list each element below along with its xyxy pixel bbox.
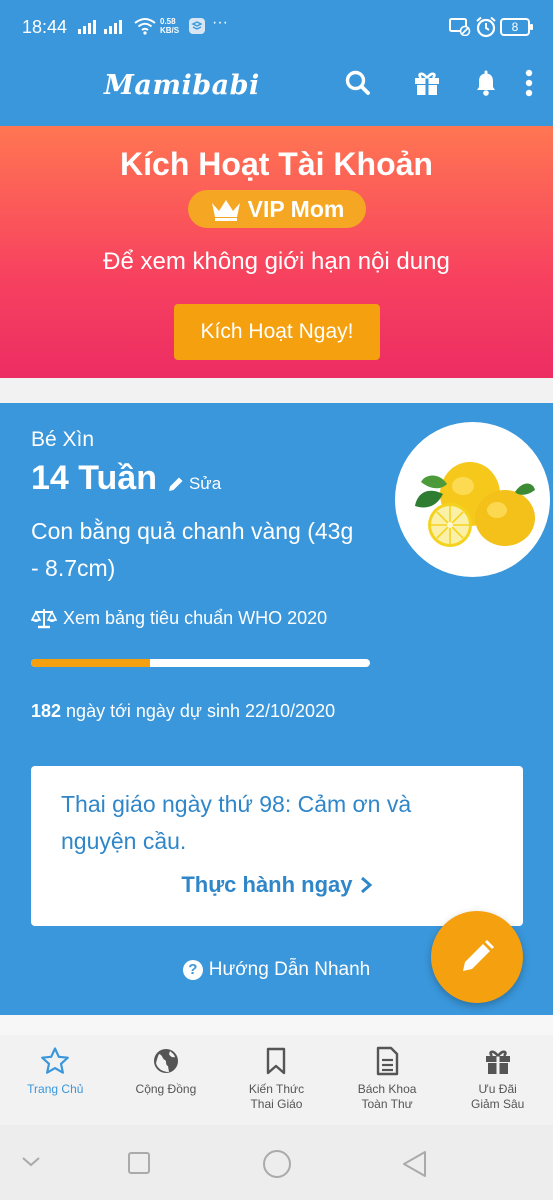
banner-title: Kích Hoạt Tài Khoản — [120, 146, 433, 182]
network-speed: 0.58 KB/S — [160, 17, 179, 35]
chevron-right-icon — [360, 876, 372, 894]
scale-icon — [31, 609, 57, 629]
wifi-icon — [134, 18, 156, 35]
tab-knowledge[interactable]: Kiến Thức Thai Giáo — [221, 1035, 332, 1125]
lemon-image — [395, 422, 550, 577]
gift-icon — [485, 1050, 510, 1074]
tab-encyclopedia-label: Bách Khoa Toàn Thư — [357, 1082, 417, 1111]
vip-badge-label: VIP Mom — [247, 195, 345, 222]
tab-community[interactable]: Cộng Đồng — [111, 1035, 222, 1125]
globe-icon — [153, 1049, 178, 1073]
banner-subtitle: Để xem không giới hạn nội dung — [103, 248, 450, 275]
search-icon[interactable] — [343, 68, 373, 98]
who-standard-link[interactable]: Xem bảng tiêu chuẩn WHO 2020 — [31, 607, 327, 629]
network-speed-value: 0.58 — [160, 17, 176, 26]
network-speed-unit: KB/S — [160, 26, 180, 35]
app-bar: Mamibabi — [0, 56, 553, 126]
back-button[interactable] — [400, 1149, 428, 1179]
pencil-icon — [463, 940, 494, 971]
lesson-text: Thai giáo ngày thứ 98: Cảm ơn và nguyện … — [61, 791, 412, 854]
chevron-down-icon[interactable] — [20, 1155, 42, 1169]
tab-encyclopedia[interactable]: Bách Khoa Toàn Thư — [332, 1035, 443, 1125]
star-icon — [41, 1047, 70, 1074]
more-vert-icon[interactable] — [514, 68, 544, 98]
pencil-icon — [168, 477, 183, 491]
tab-deals-label: Ưu Đãi Giảm Sâu — [470, 1082, 525, 1111]
gift-icon[interactable] — [412, 68, 442, 98]
alarm-icon — [476, 16, 496, 38]
who-standard-label: Xem bảng tiêu chuẩn WHO 2020 — [63, 607, 328, 628]
lemon-illustration — [415, 462, 535, 547]
activate-now-button[interactable]: Kích Hoạt Ngay! — [174, 304, 380, 360]
size-comparison: Con bằng quả chanh vàng (43g - 8.7cm) — [31, 518, 354, 581]
status-bar: 18:44 0.58 KB/S ··· 8 — [0, 0, 553, 56]
baby-name: Bé Xìn — [31, 428, 95, 451]
app-logo: Mamibabi — [104, 70, 260, 101]
tab-home[interactable]: Trang Chủ — [0, 1035, 111, 1125]
edit-button[interactable]: Sửa — [167, 474, 221, 494]
document-icon — [376, 1046, 399, 1076]
more-notifications: ··· — [212, 14, 228, 31]
crown-icon — [211, 200, 240, 221]
tab-community-label: Cộng Đồng — [135, 1082, 197, 1096]
pregnancy-week-value: 14 Tuần — [31, 459, 157, 497]
compose-fab[interactable] — [431, 911, 523, 1003]
battery-icon: 8 — [500, 18, 533, 36]
divider — [0, 1015, 553, 1035]
cast-off-icon — [449, 18, 471, 36]
pregnancy-progress-bar — [31, 659, 370, 667]
pregnancy-progress-fill — [31, 659, 150, 667]
vip-badge: VIP Mom — [188, 190, 366, 228]
recent-apps-button[interactable] — [127, 1151, 151, 1175]
status-time: 18:44 — [22, 17, 68, 37]
signal-icon-2 — [104, 18, 122, 34]
vip-banner: Kích Hoạt Tài Khoản VIP Mom Để xem không… — [0, 126, 553, 378]
edit-label: Sửa — [188, 474, 222, 493]
app-notification-icon — [189, 18, 205, 34]
quick-guide-label: Hướng Dẫn Nhanh — [208, 959, 371, 980]
bookmark-icon — [267, 1047, 286, 1075]
due-date-countdown: 182 ngày tới ngày dự sinh 22/10/2020 — [31, 701, 335, 722]
home-button[interactable] — [262, 1149, 292, 1179]
system-navigation-bar — [0, 1125, 553, 1200]
bottom-tab-bar: Trang Chủ Cộng Đồng Kiến Thức Thai Giáo — [0, 1035, 553, 1125]
prenatal-lesson-card[interactable]: Thai giáo ngày thứ 98: Cảm ơn và nguyện … — [31, 766, 523, 926]
tab-knowledge-label: Kiến Thức Thai Giáo — [248, 1082, 305, 1111]
due-date-text: ngày tới ngày dự sinh 22/10/2020 — [61, 701, 336, 721]
signal-icon-1 — [78, 18, 96, 34]
tab-home-label: Trang Chủ — [27, 1082, 84, 1096]
practice-now-link[interactable]: Thực hành ngay — [31, 872, 523, 898]
tab-deals[interactable]: Ưu Đãi Giảm Sâu — [442, 1035, 553, 1125]
practice-now-label: Thực hành ngay — [181, 872, 353, 897]
divider — [0, 378, 553, 403]
pregnancy-week: 14 Tuần Sửa — [31, 459, 221, 498]
screen: 18:44 0.58 KB/S ··· 8 Mamibabi Kích Hoạt… — [0, 0, 553, 1200]
days-left: 182 — [31, 701, 62, 721]
bell-icon[interactable] — [471, 68, 501, 98]
help-icon: ? — [182, 960, 203, 980]
